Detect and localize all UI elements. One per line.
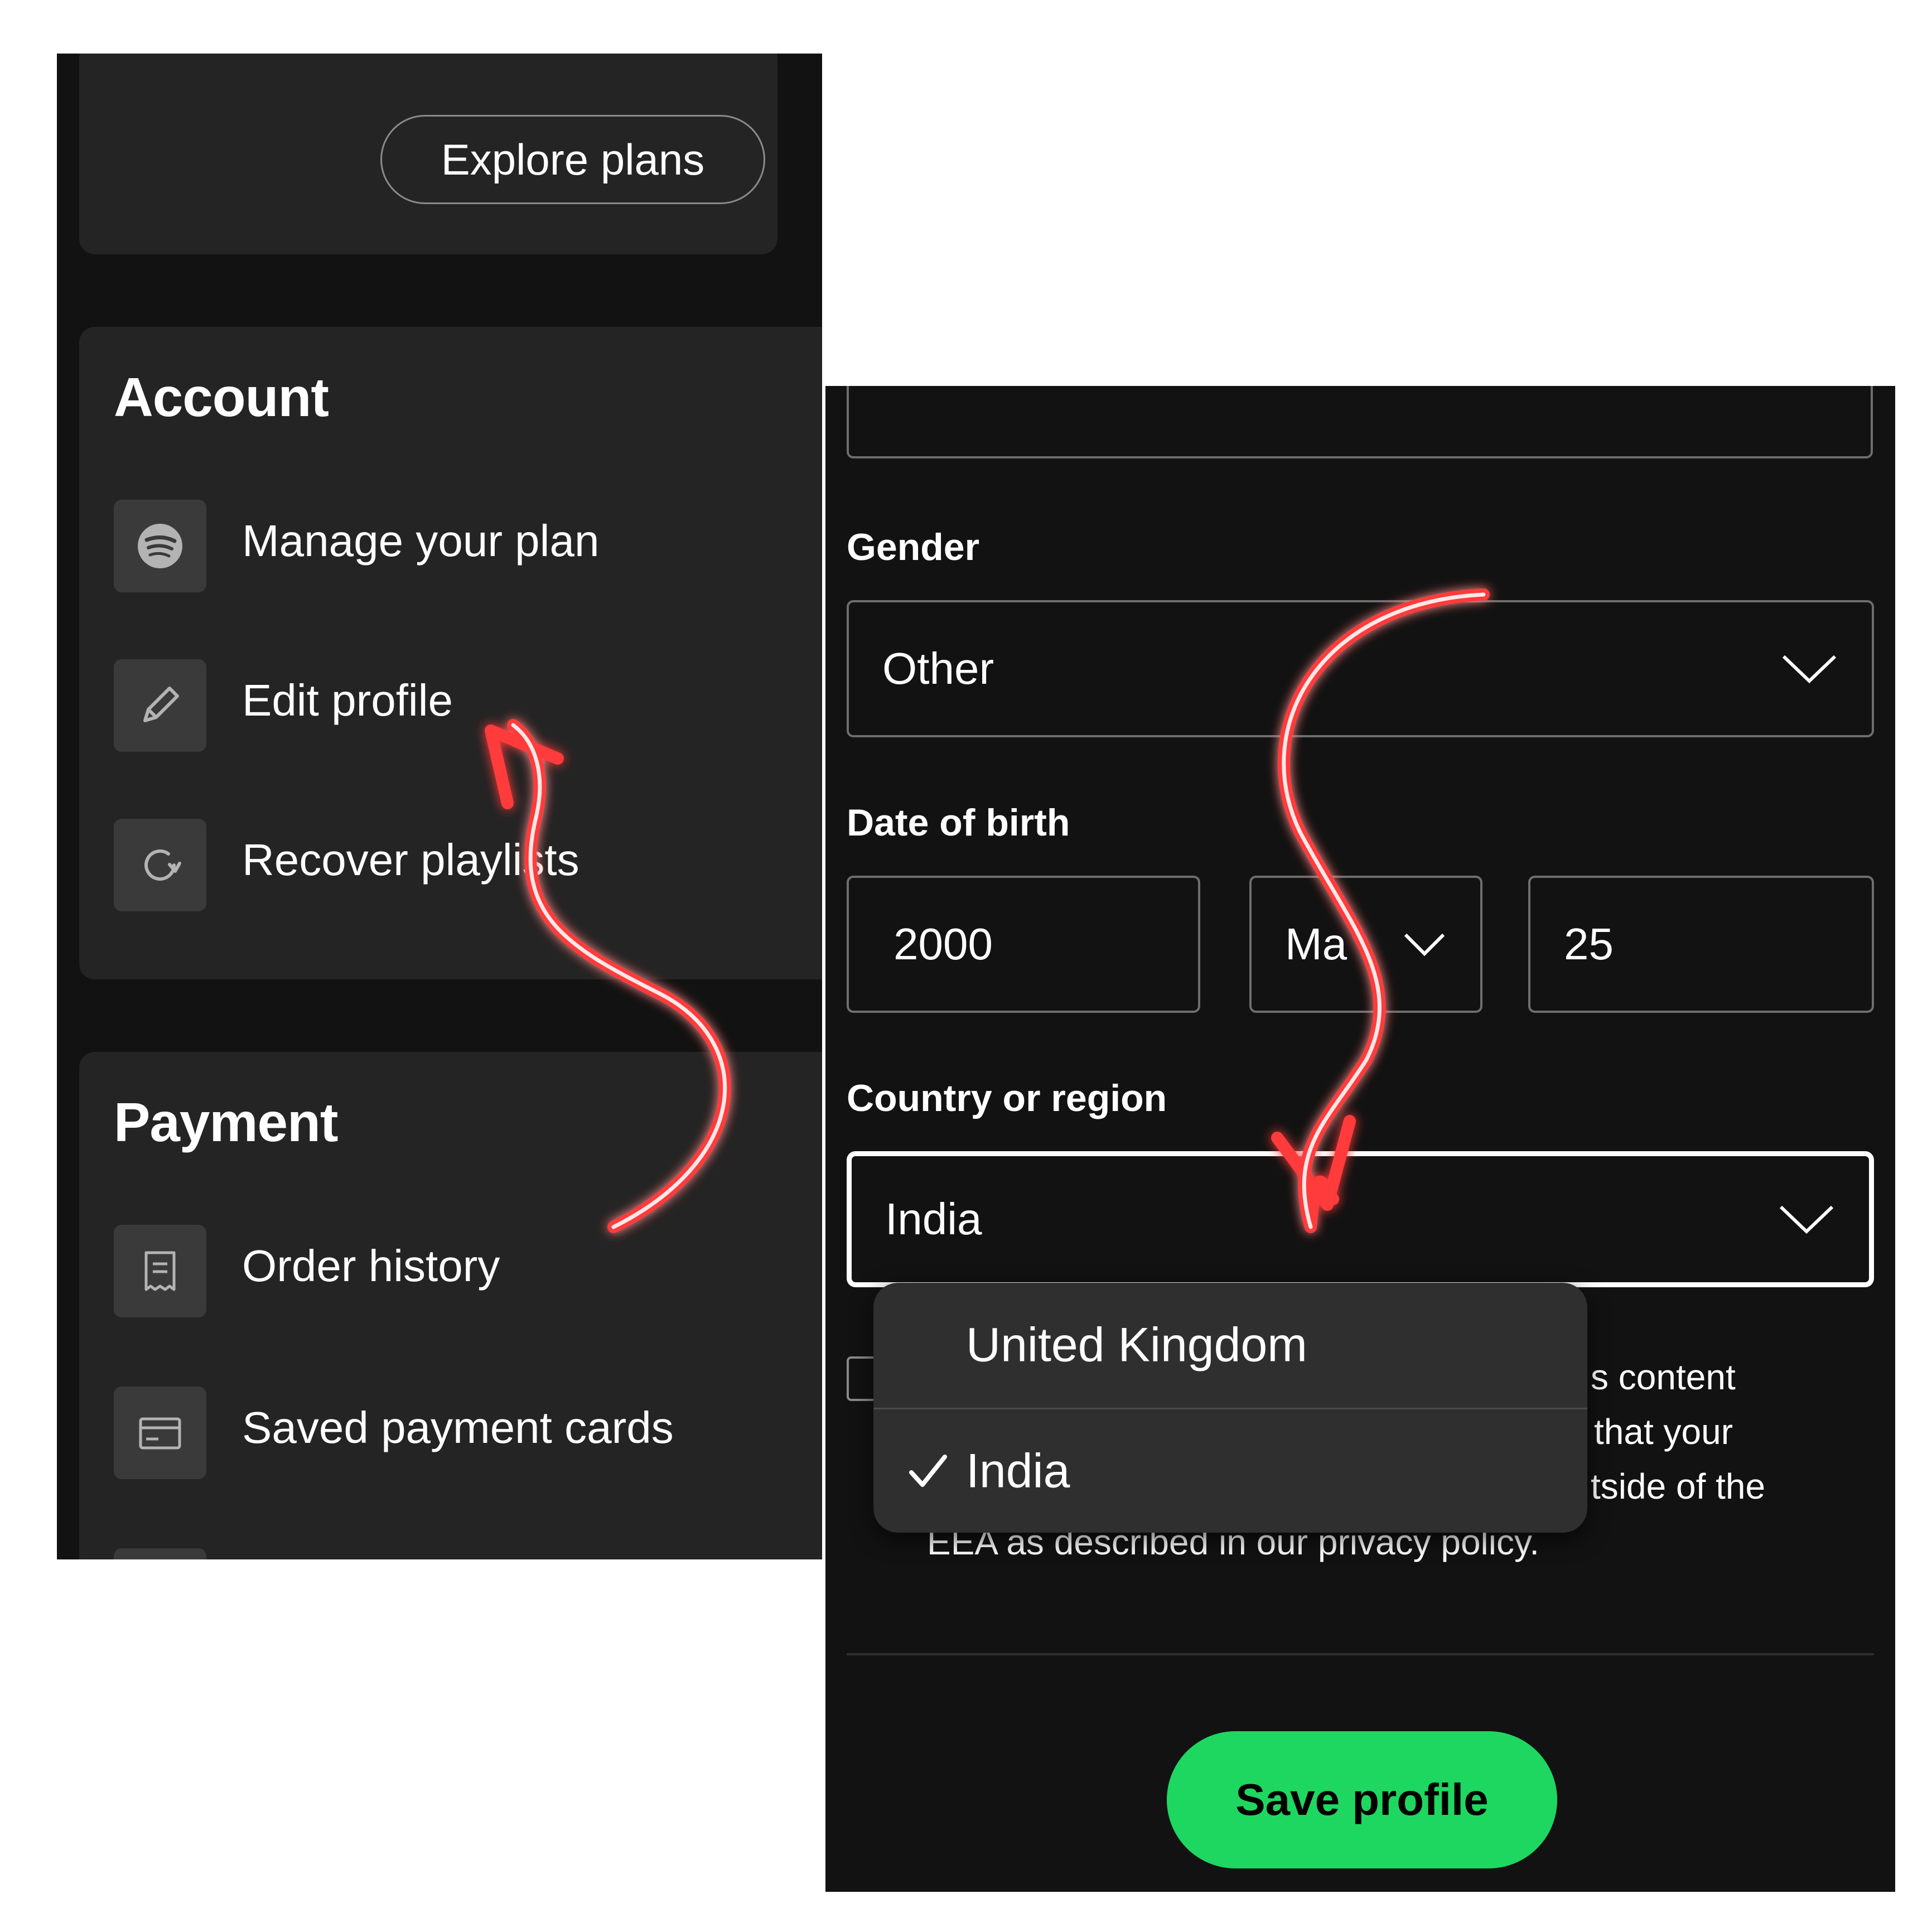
option-label: India [966,1444,1070,1498]
country-option-india[interactable]: India [873,1409,1587,1533]
country-select[interactable]: India [847,1151,1874,1287]
payment-section: Payment Order history Saved payment card… [79,1052,822,1559]
manage-plan-item[interactable]: Manage your plan [114,500,783,592]
plan-card: Explore plans [79,54,777,254]
dob-year-input[interactable]: 2000 [847,876,1200,1013]
manage-plan-label: Manage your plan [242,516,600,566]
explore-plans-button[interactable]: Explore plans [380,115,765,204]
chevron-down-icon [1779,1205,1834,1234]
checkmark-icon [909,1455,947,1487]
country-dropdown-menu: United Kingdom India [873,1283,1587,1533]
edit-profile-item[interactable]: Edit profile [114,659,783,752]
consent-text-2: that your [1594,1412,1733,1452]
payment-section-title: Payment [114,1091,339,1153]
partial-icon [114,1548,206,1559]
account-section: Account Manage your plan Edit profile Re… [79,327,822,979]
country-option-united-kingdom[interactable]: United Kingdom [873,1283,1587,1408]
credit-card-icon [114,1387,206,1479]
consent-text-1: s content [1591,1357,1736,1397]
gender-label: Gender [847,526,980,568]
dob-month-select[interactable]: Ma [1249,876,1482,1013]
account-section-title: Account [114,366,329,428]
country-value: India [885,1194,982,1244]
chevron-down-icon [1782,655,1837,684]
previous-field[interactable] [847,386,1873,458]
gender-value: Other [882,644,994,693]
consent-text-3: tside of the [1591,1466,1766,1506]
form-divider [847,1653,1874,1655]
dob-month-value: Ma [1285,919,1347,969]
edit-profile-form: Gender Other Date of birth 2000 Ma 25 Co… [825,386,1895,1892]
save-profile-button[interactable]: Save profile [1167,1731,1557,1868]
dob-day-value: 25 [1564,919,1614,969]
pencil-icon [114,659,206,752]
saved-cards-label: Saved payment cards [242,1403,674,1452]
receipt-icon [114,1225,206,1317]
refresh-icon [114,819,206,911]
dob-label: Date of birth [847,801,1070,844]
account-overview-panel: Explore plans Account Manage your plan E… [57,54,822,1559]
order-history-label: Order history [242,1241,500,1291]
chevron-down-icon [1404,933,1445,957]
saved-cards-item[interactable]: Saved payment cards [114,1387,783,1479]
order-history-item[interactable]: Order history [114,1225,783,1317]
edit-profile-label: Edit profile [242,675,453,725]
dob-year-value: 2000 [893,919,993,969]
recover-playlists-label: Recover playlists [242,835,579,885]
option-label: United Kingdom [966,1318,1307,1372]
dob-day-input[interactable]: 25 [1528,876,1874,1013]
country-label: Country or region [847,1077,1167,1119]
gender-select[interactable]: Other [847,600,1874,737]
recover-playlists-item[interactable]: Recover playlists [114,819,783,911]
spotify-logo-icon [114,500,206,592]
next-payment-item[interactable] [114,1548,783,1559]
